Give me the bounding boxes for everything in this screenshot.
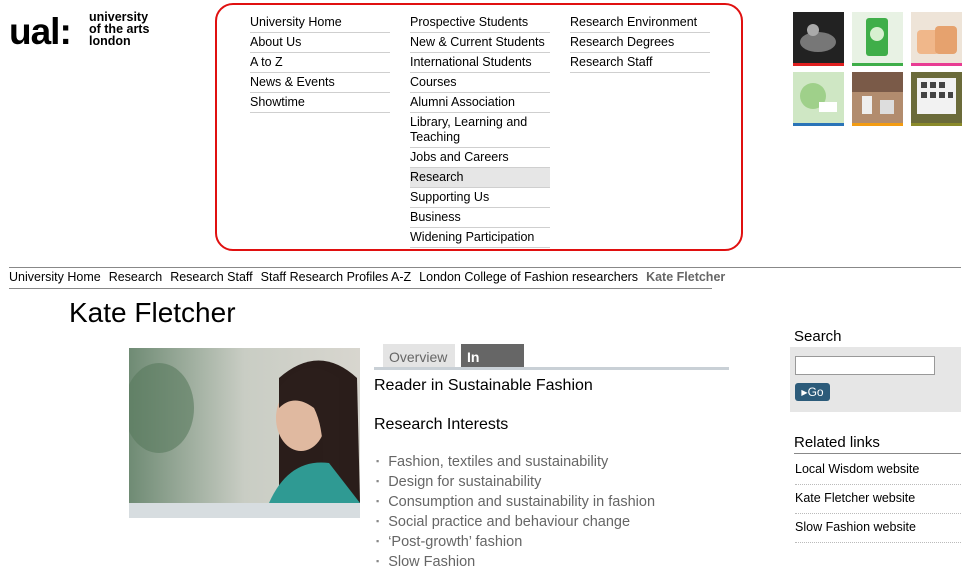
menu-item-showtime[interactable]: Showtime [250,93,390,113]
logo-line-3: london [89,34,131,48]
thumbnail-6[interactable] [911,72,962,126]
related-links-heading: Related links [794,434,880,451]
research-interest-item: Design for sustainability [376,473,655,493]
breadcrumb-rule-top [9,267,961,268]
menu-column-2: Prospective Students New & Current Studen… [410,13,550,248]
menu-item-a-to-z[interactable]: A to Z [250,53,390,73]
menu-item-research-staff[interactable]: Research Staff [570,53,710,73]
menu-item-about-us[interactable]: About Us [250,33,390,53]
breadcrumb: University Home Research Research Staff Sta… [9,270,733,284]
related-link-local-wisdom[interactable]: Local Wisdom website [795,455,961,485]
ual-logo-text[interactable]: university of the arts london [89,11,149,48]
breadcrumb-rule-bottom [9,288,712,289]
thumbnail-4[interactable] [793,72,844,126]
menu-item-research[interactable]: Research [410,168,550,188]
menu-item-widening-participation[interactable]: Widening Participation [410,228,550,248]
thumbnail-5[interactable] [852,72,903,126]
menu-item-international-students[interactable]: International Students [410,53,550,73]
thumbnail-1[interactable] [793,12,844,66]
menu-item-courses[interactable]: Courses [410,73,550,93]
menu-item-university-home[interactable]: University Home [250,13,390,33]
profile-photo [129,348,360,518]
menu-column-3: Research Environment Research Degrees Rese… [570,13,710,73]
research-interest-item: Social practice and behaviour change [376,513,655,533]
thumbnail-3[interactable] [911,12,962,66]
tab-overview[interactable]: Overview [383,344,455,368]
search-go-button[interactable]: ▶Go [795,383,830,401]
menu-item-business[interactable]: Business [410,208,550,228]
role-title: Reader in Sustainable Fashion [374,377,593,394]
related-link-slow-fashion[interactable]: Slow Fashion website [795,513,961,543]
ual-logo-mark[interactable]: ual: [9,10,72,54]
tab-in-detail[interactable]: In Detail [461,344,524,391]
search-input[interactable] [795,356,935,375]
menu-item-research-environment[interactable]: Research Environment [570,13,710,33]
search-go-label: Go [807,385,824,399]
research-interest-item: Fashion, textiles and sustainability [376,453,655,473]
related-link-kate-fletcher[interactable]: Kate Fletcher website [795,484,961,514]
research-interest-item: Slow Fashion [376,553,655,573]
menu-item-alumni-association[interactable]: Alumni Association [410,93,550,113]
thumbnail-2[interactable] [852,12,903,66]
breadcrumb-link-london-college-of-fashion-researchers[interactable]: London College of Fashion researchers [419,270,638,284]
menu-item-supporting-us[interactable]: Supporting Us [410,188,550,208]
tab-underline [374,367,729,370]
related-links-rule [794,453,961,454]
breadcrumb-link-research-staff[interactable]: Research Staff [170,270,252,284]
menu-item-jobs-and-careers[interactable]: Jobs and Careers [410,148,550,168]
menu-item-library-learning-and-teaching[interactable]: Library, Learning and Teaching [410,113,550,148]
menu-item-research-degrees[interactable]: Research Degrees [570,33,710,53]
menu-item-prospective-students[interactable]: Prospective Students [410,13,550,33]
breadcrumb-current: Kate Fletcher [646,270,726,284]
search-heading: Search [794,328,842,345]
breadcrumb-link-research[interactable]: Research [109,270,163,284]
research-interest-item: Consumption and sustainability in fashio… [376,493,655,513]
page-title: Kate Fletcher [69,297,236,328]
research-interest-item: ‘Post-growth’ fashion [376,533,655,553]
breadcrumb-link-staff-research-profiles-a-z[interactable]: Staff Research Profiles A-Z [261,270,412,284]
menu-column-1: University Home About Us A to Z News & Even… [250,13,390,113]
research-interests-heading: Research Interests [374,416,509,433]
menu-item-news-events[interactable]: News & Events [250,73,390,93]
menu-item-new-current-students[interactable]: New & Current Students [410,33,550,53]
breadcrumb-link-university-home[interactable]: University Home [9,270,101,284]
research-interests-list: Fashion, textiles and sustainabilityDesi… [376,453,655,573]
